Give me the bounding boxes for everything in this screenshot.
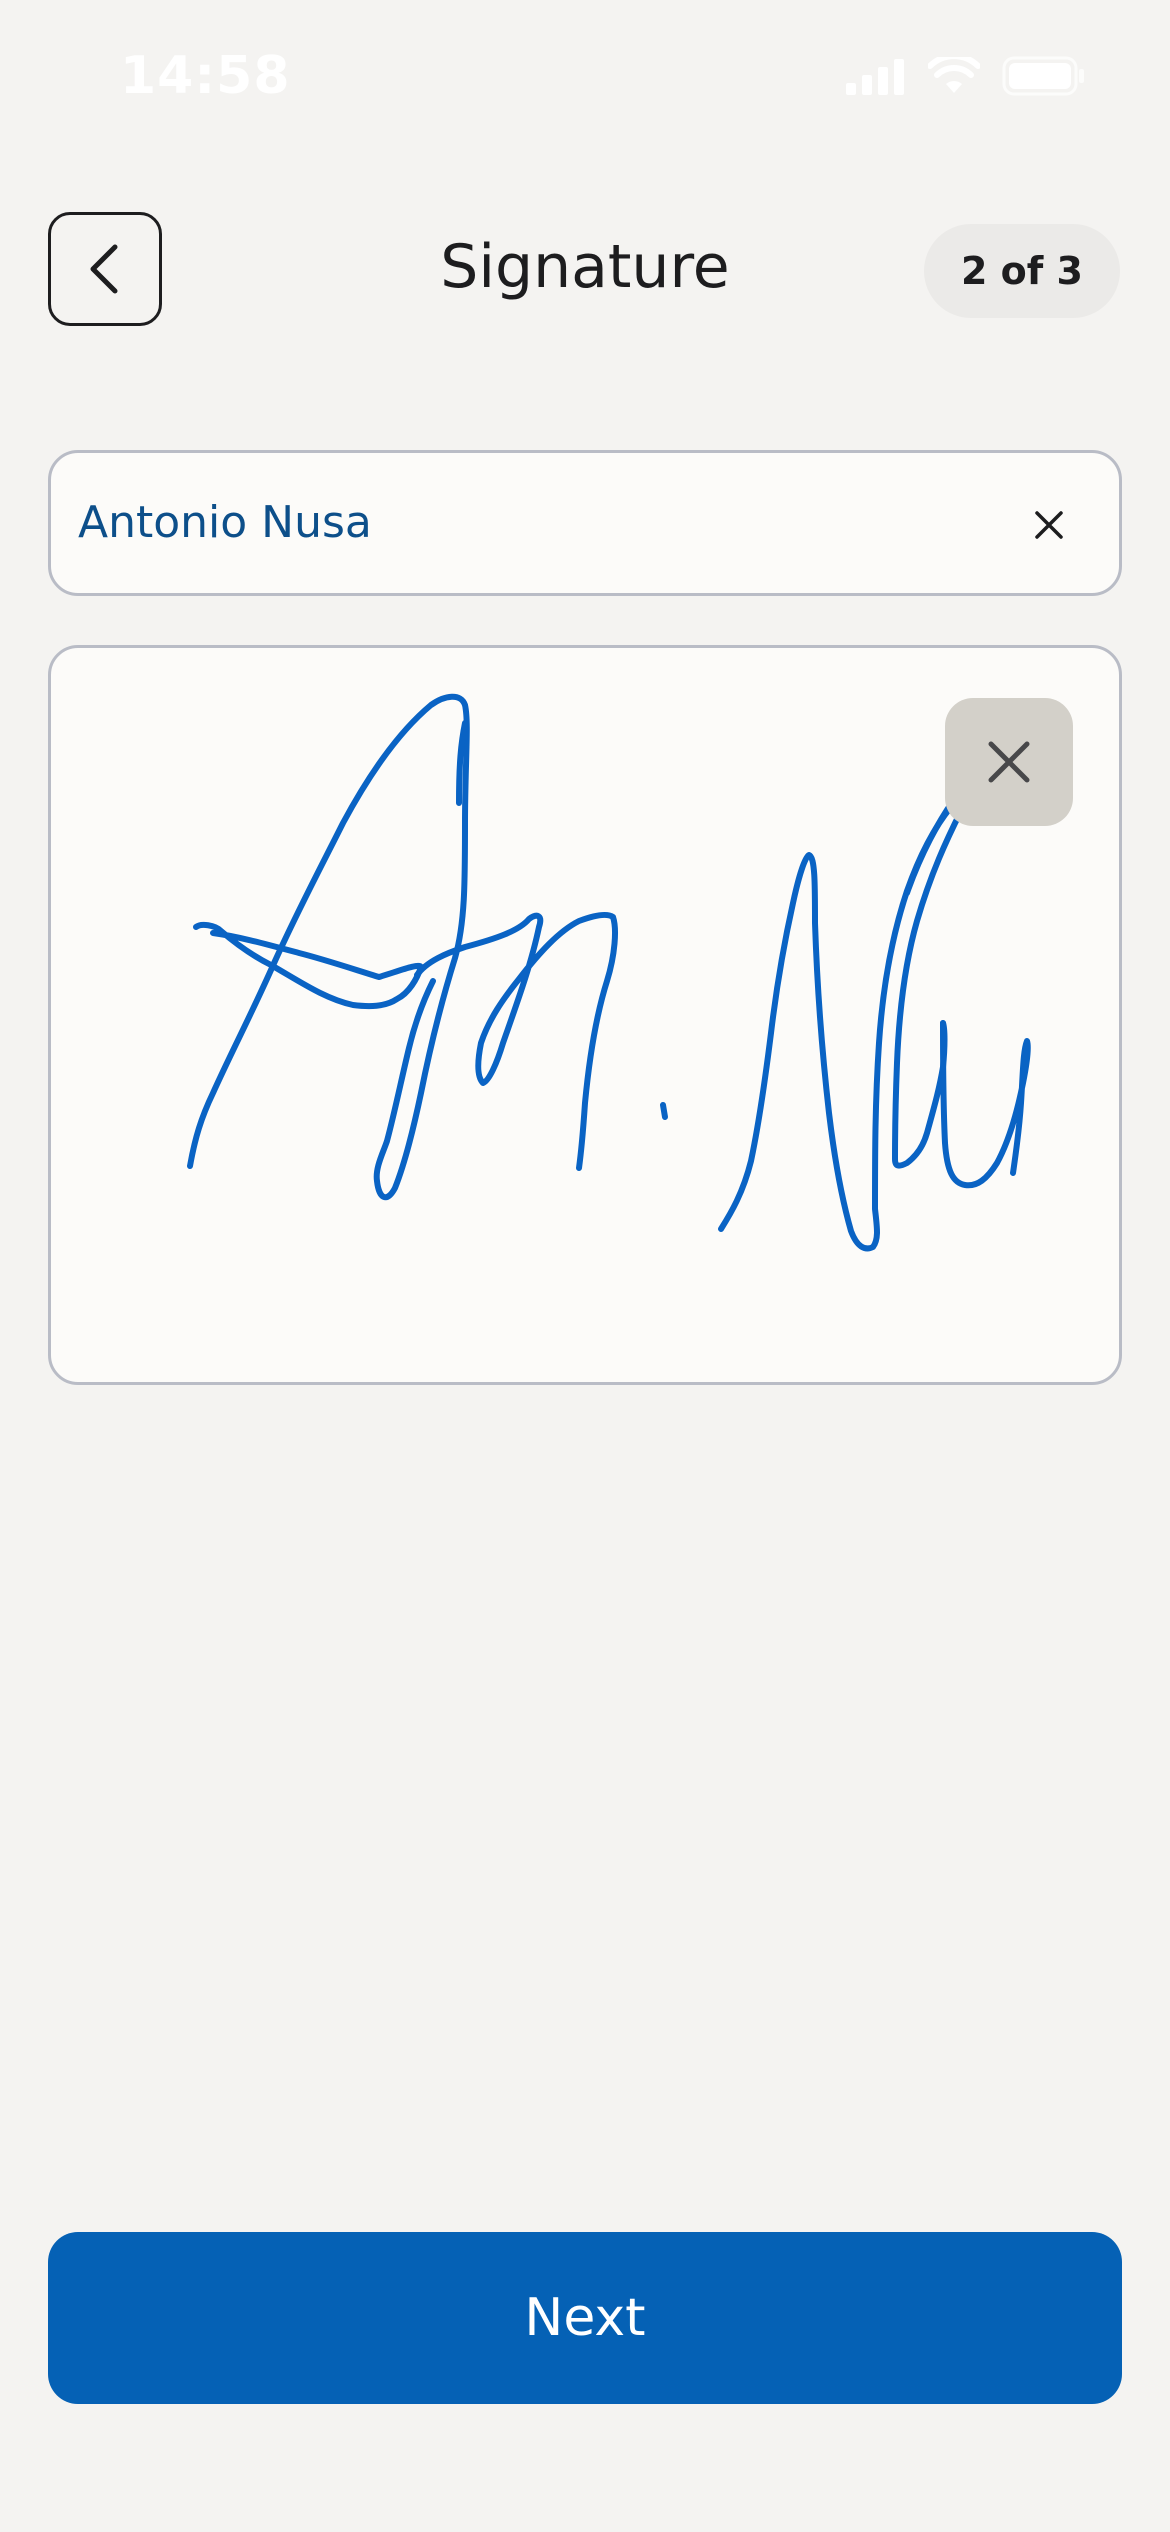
- close-icon: [1035, 511, 1063, 539]
- clear-signature-button[interactable]: [945, 698, 1073, 826]
- signer-name-field[interactable]: Antonio Nusa: [48, 450, 1122, 596]
- status-icons: [844, 56, 1086, 96]
- wifi-icon: [928, 57, 980, 93]
- next-button[interactable]: Next: [48, 2232, 1122, 2404]
- signer-name-value: Antonio Nusa: [78, 497, 372, 548]
- step-indicator-badge: 2 of 3: [924, 224, 1120, 318]
- status-time: 14:58: [120, 46, 291, 106]
- close-icon: [988, 741, 1030, 783]
- signature-pad[interactable]: [48, 645, 1122, 1385]
- status-bar: 14:58: [0, 0, 1170, 150]
- battery-icon: [1002, 56, 1084, 96]
- clear-name-button[interactable]: [1019, 495, 1079, 555]
- cellular-signal-icon: [846, 59, 904, 95]
